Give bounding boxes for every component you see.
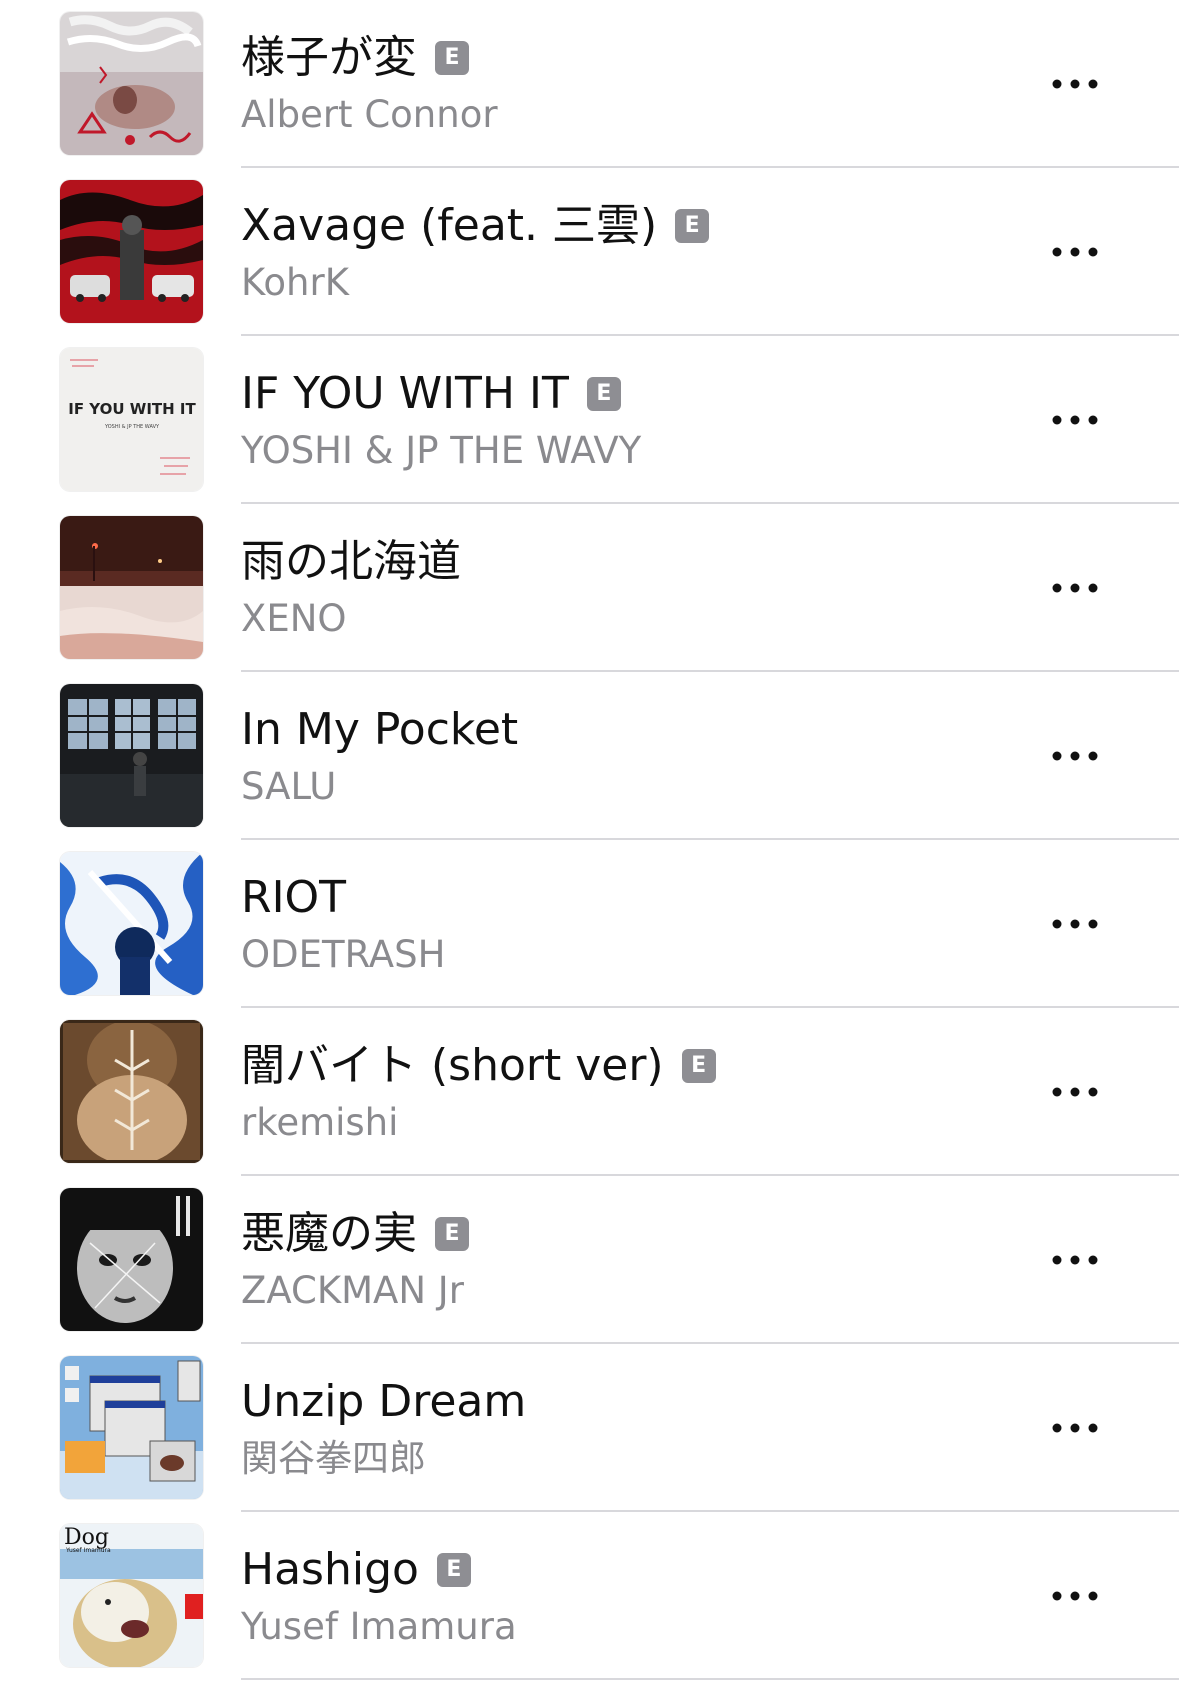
- title-line: Hashigo E: [241, 1542, 471, 1598]
- song-list: 様子が変 E Albert Connor Xavage (feat. 三雲) E…: [0, 0, 1179, 1681]
- song-title: Hashigo: [241, 1544, 419, 1595]
- more-ellipsis-icon[interactable]: [1040, 566, 1110, 610]
- more-ellipsis-icon[interactable]: [1040, 1070, 1110, 1114]
- title-line: In My Pocket: [241, 702, 518, 758]
- song-title: 闇バイト (short ver): [241, 1040, 664, 1091]
- album-artwork: [60, 516, 203, 659]
- explicit-badge: E: [435, 1217, 469, 1251]
- song-title: Xavage (feat. 三雲): [241, 200, 658, 251]
- title-line: 様子が変 E: [241, 30, 469, 86]
- song-row[interactable]: 悪魔の実 E ZACKMAN Jr: [0, 1176, 1179, 1344]
- song-artist: rkemishi: [241, 1101, 399, 1144]
- song-artist: YOSHI & JP THE WAVY: [241, 429, 642, 472]
- more-ellipsis-icon[interactable]: [1040, 1574, 1110, 1618]
- song-artist: ZACKMAN Jr: [241, 1269, 464, 1312]
- more-ellipsis-icon[interactable]: [1040, 398, 1110, 442]
- song-artist: XENO: [241, 597, 347, 640]
- artwork-subtext: YOSHI & JP THE WAVY: [104, 424, 160, 430]
- song-title: Unzip Dream: [241, 1376, 527, 1427]
- album-artwork: [60, 1020, 203, 1163]
- artwork-text: IF YOU WITH IT: [68, 400, 196, 418]
- title-line: IF YOU WITH IT E: [241, 366, 621, 422]
- album-artwork: [60, 852, 203, 995]
- song-row[interactable]: In My Pocket SALU: [0, 672, 1179, 840]
- album-artwork: [60, 1356, 203, 1499]
- explicit-badge: E: [586, 377, 621, 411]
- explicit-badge: E: [435, 41, 469, 75]
- song-title: IF YOU WITH IT: [241, 368, 569, 419]
- album-artwork: [60, 1188, 203, 1331]
- more-ellipsis-icon[interactable]: [1040, 1238, 1110, 1282]
- album-artwork: [60, 12, 203, 155]
- song-row[interactable]: 闇バイト (short ver) E rkemishi: [0, 1008, 1179, 1176]
- more-ellipsis-icon[interactable]: [1040, 1406, 1110, 1450]
- album-artwork: [60, 684, 203, 827]
- title-line: Unzip Dream: [241, 1374, 526, 1430]
- song-artist: ODETRASH: [241, 933, 446, 976]
- song-artist: 関谷拳四郎: [241, 1437, 426, 1480]
- song-title: In My Pocket: [241, 704, 519, 755]
- song-artist: SALU: [241, 765, 337, 808]
- song-row[interactable]: 様子が変 E Albert Connor: [0, 0, 1179, 168]
- more-ellipsis-icon[interactable]: [1040, 902, 1110, 946]
- title-line: 雨の北海道: [241, 534, 461, 590]
- explicit-badge: E: [681, 1049, 716, 1083]
- more-ellipsis-icon[interactable]: [1040, 230, 1110, 274]
- song-row[interactable]: IF YOU WITH IT YOSHI & JP THE WAVY IF YO…: [0, 336, 1179, 504]
- title-line: RIOT: [241, 870, 346, 926]
- song-artist: Yusef Imamura: [241, 1605, 517, 1648]
- explicit-badge: E: [675, 209, 710, 243]
- more-ellipsis-icon[interactable]: [1040, 734, 1110, 778]
- title-line: 闇バイト (short ver) E: [241, 1038, 716, 1094]
- song-row[interactable]: RIOT ODETRASH: [0, 840, 1179, 1008]
- song-title: RIOT: [241, 872, 347, 923]
- song-artist: Albert Connor: [241, 93, 498, 136]
- song-row[interactable]: 雨の北海道 XENO: [0, 504, 1179, 672]
- title-line: 悪魔の実 E: [241, 1206, 469, 1262]
- song-row[interactable]: Xavage (feat. 三雲) E KohrK: [0, 168, 1179, 336]
- song-title: 様子が変: [241, 32, 417, 83]
- artwork-subtext: Yusef Imamura: [65, 1547, 111, 1554]
- album-artwork: IF YOU WITH IT YOSHI & JP THE WAVY: [60, 348, 203, 491]
- song-title: 悪魔の実: [241, 1208, 417, 1259]
- album-artwork: [60, 180, 203, 323]
- song-row[interactable]: Unzip Dream 関谷拳四郎: [0, 1344, 1179, 1512]
- explicit-badge: E: [436, 1553, 471, 1587]
- album-artwork: Dog Yusef Imamura: [60, 1524, 203, 1667]
- song-artist: KohrK: [241, 261, 349, 304]
- song-row[interactable]: Dog Yusef Imamura Hashigo E Yusef Imamur…: [0, 1512, 1179, 1680]
- song-title: 雨の北海道: [241, 536, 461, 587]
- more-ellipsis-icon[interactable]: [1040, 62, 1110, 106]
- row-divider: [241, 1678, 1179, 1680]
- title-line: Xavage (feat. 三雲) E: [241, 198, 710, 254]
